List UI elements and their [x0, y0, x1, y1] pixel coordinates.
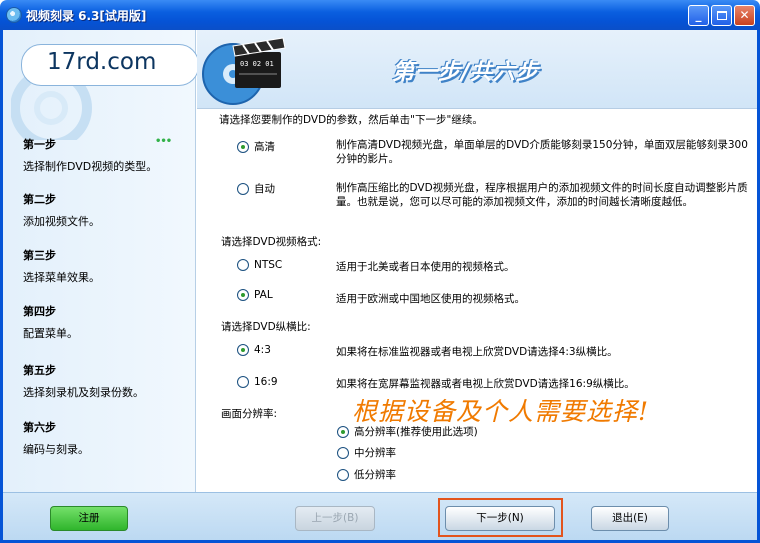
radio-label: 16:9 [254, 376, 278, 388]
aspect-heading: 请选择DVD纵横比: [221, 321, 311, 333]
step-title: 第三步 [23, 249, 56, 262]
aspect-4-3-radio[interactable]: 4:3 [237, 343, 271, 356]
radio-indicator [337, 468, 349, 481]
radio-indicator [237, 376, 249, 388]
maximize-button[interactable] [711, 5, 732, 26]
window-title: 视频刻录 6.3[试用版] [26, 9, 147, 23]
radio-indicator [337, 425, 349, 438]
step-title: 第二步 [23, 193, 56, 206]
format-ntsc-radio[interactable]: NTSC [237, 258, 282, 271]
format-pal-desc: 适用于欧洲或中国地区使用的视频格式。 [336, 293, 525, 305]
step-desc: 选择刻录机及刻录份数。 [23, 386, 144, 399]
maximize-icon [716, 11, 727, 20]
app-disc-icon [6, 7, 22, 23]
radio-label: 中分辨率 [354, 447, 396, 459]
current-step-marker: ••• [155, 136, 172, 147]
aspect-16-9-desc: 如果将在宽屏幕监视器或者电视上欣赏DVD请选择16:9纵横比。 [336, 378, 635, 390]
previous-step-button[interactable]: 上一步(B) [295, 506, 375, 531]
quality-hd-radio[interactable]: 高清 [237, 139, 275, 154]
logo: 17rd.com [21, 44, 199, 86]
radio-label: PAL [254, 289, 273, 301]
step-desc: 配置菜单。 [23, 327, 78, 340]
close-button[interactable]: ✕ [734, 5, 755, 26]
clapper-text: 03 02 01 [240, 60, 274, 68]
format-ntsc-desc: 适用于北美或者日本使用的视频格式。 [336, 261, 515, 273]
resolution-medium-radio[interactable]: 中分辨率 [337, 445, 396, 460]
radio-indicator [237, 140, 249, 153]
resolution-low-radio[interactable]: 低分辨率 [337, 467, 396, 482]
clapperboard-disc-icon: 03 02 01 [202, 37, 286, 105]
sidebar: 17rd.com ••• 第一步 选择制作DVD视频的类型。 第二步 添加视频文… [3, 30, 199, 492]
step-header: 03 02 01 第一步/共六步 [197, 30, 757, 108]
quality-hd-desc: 制作高清DVD视频光盘，单面单层的DVD介质能够刻录150分钟，单面双层能够刻录… [336, 139, 748, 165]
format-heading: 请选择DVD视频格式: [221, 236, 322, 248]
radio-indicator [237, 344, 249, 356]
step-desc: 添加视频文件。 [23, 215, 100, 228]
radio-label: 自动 [254, 183, 275, 195]
quality-auto-radio[interactable]: 自动 [237, 181, 275, 196]
step-desc: 选择菜单效果。 [23, 271, 100, 284]
next-button-highlight [438, 498, 563, 537]
radio-label: 低分辨率 [354, 469, 396, 481]
title-bar: 视频刻录 6.3[试用版] _ ✕ [0, 0, 760, 30]
sidebar-step-2: 第二步 添加视频文件。 [23, 191, 100, 229]
radio-label: NTSC [254, 259, 283, 271]
sidebar-step-1: 第一步 选择制作DVD视频的类型。 [23, 136, 157, 174]
logo-text: 17rd.com [47, 49, 157, 75]
aspect-4-3-desc: 如果将在标准监视器或者电视上欣赏DVD请选择4:3纵横比。 [336, 346, 618, 358]
minimize-button[interactable]: _ [688, 5, 709, 26]
register-button[interactable]: 注册 [50, 506, 128, 531]
handwritten-annotation: 根据设备及个人需要选择! [352, 397, 650, 426]
radio-indicator [237, 289, 249, 301]
step-title: 第五步 [23, 364, 56, 377]
sidebar-step-4: 第四步 配置菜单。 [23, 303, 78, 341]
sidebar-step-6: 第六步 编码与刻录。 [23, 419, 89, 457]
radio-indicator [237, 259, 249, 271]
step-title: 第四步 [23, 305, 56, 318]
intro-text: 请选择您要制作的DVD的参数，然后单击"下一步"继续。 [219, 114, 483, 126]
sidebar-step-3: 第三步 选择菜单效果。 [23, 247, 100, 285]
main-content: 请选择您要制作的DVD的参数，然后单击"下一步"继续。 高清 制作高清DVD视频… [197, 109, 757, 492]
step-title: 第六步 [23, 421, 56, 434]
radio-label: 高清 [254, 141, 275, 153]
page-title: 第一步/共六步 [392, 59, 540, 85]
quality-auto-desc: 制作高压缩比的DVD视频光盘，程序根据用户的添加视频文件的时间长度自动调整影片质… [336, 182, 748, 208]
radio-indicator [337, 446, 349, 459]
exit-button[interactable]: 退出(E) [591, 506, 669, 531]
step-desc: 编码与刻录。 [23, 443, 89, 456]
step-title: 第一步 [23, 138, 56, 151]
close-icon: ✕ [739, 8, 750, 22]
radio-indicator [237, 182, 249, 195]
format-pal-radio[interactable]: PAL [237, 288, 273, 301]
sidebar-step-5: 第五步 选择刻录机及刻录份数。 [23, 362, 144, 400]
step-desc: 选择制作DVD视频的类型。 [23, 160, 158, 173]
minimize-icon: _ [695, 8, 702, 22]
aspect-16-9-radio[interactable]: 16:9 [237, 375, 278, 388]
resolution-heading: 画面分辨率: [221, 408, 278, 420]
radio-label: 4:3 [254, 344, 271, 356]
